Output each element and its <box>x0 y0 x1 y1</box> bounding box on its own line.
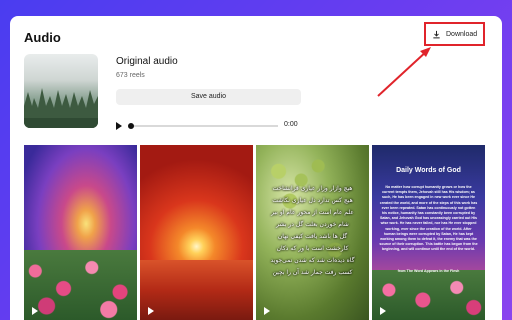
playback-time: 0:00 <box>284 121 298 128</box>
reel-source-text: from The Word Appears in the Flesh <box>397 269 460 273</box>
flower-field-image <box>24 250 137 320</box>
page-title: Audio <box>24 30 61 45</box>
reels-count: 673 reels <box>116 72 145 79</box>
download-label: Download <box>446 30 478 38</box>
poem-line: کسب رفت جمار شد آن را بچین <box>272 269 353 276</box>
progress-track[interactable] <box>130 125 278 127</box>
play-icon[interactable] <box>116 122 122 130</box>
reel-body-text: No matter how corrupt humanity grows or … <box>379 185 478 252</box>
poem-line: علم عام است از محور عام او بیر <box>271 209 354 216</box>
poem-text: هیچ وازار وزار عیاری فرانشاخت هیچ کس تدا… <box>264 183 361 279</box>
download-icon <box>433 30 440 38</box>
poem-line: شام خوردن بعلت گل در بشر <box>276 221 349 228</box>
play-icon <box>380 307 386 315</box>
play-icon <box>32 307 38 315</box>
reel-heading: Daily Words of God <box>396 167 461 174</box>
page-header: Audio <box>24 30 61 45</box>
autumn-path-image <box>140 260 253 320</box>
poem-line: هیچ وازار وزار عیاری فرانشاخت <box>272 185 353 192</box>
audio-player: 0:00 <box>116 120 302 132</box>
play-icon <box>264 307 270 315</box>
poem-line: کارخشت است با ور که دکان <box>276 245 349 252</box>
poem-line: گل ها باشد یافت کیفی نهان <box>277 233 348 240</box>
poem-line: هیچ کس تدارد دل عیاری نکاشت <box>272 197 353 204</box>
progress-knob[interactable] <box>128 123 134 129</box>
reel-thumbnail[interactable] <box>24 145 137 320</box>
play-icon <box>148 307 154 315</box>
poem-line: گاه دیده‌ات شد که شدن نمی‌جوید <box>270 257 355 264</box>
flower-field-image <box>372 270 485 320</box>
reel-thumbnail[interactable] <box>140 145 253 320</box>
reel-thumbnail[interactable]: هیچ وازار وزار عیاری فرانشاخت هیچ کس تدا… <box>256 145 369 320</box>
annotation-arrow-icon <box>377 47 431 97</box>
save-audio-button[interactable]: Save audio <box>116 89 301 105</box>
reel-thumbnail[interactable]: Daily Words of God No matter how corrupt… <box>372 145 485 320</box>
audio-cover-image <box>24 54 98 128</box>
audio-name: Original audio <box>116 56 178 67</box>
audio-page-card: Audio Download Original audio 673 reels … <box>10 16 502 320</box>
